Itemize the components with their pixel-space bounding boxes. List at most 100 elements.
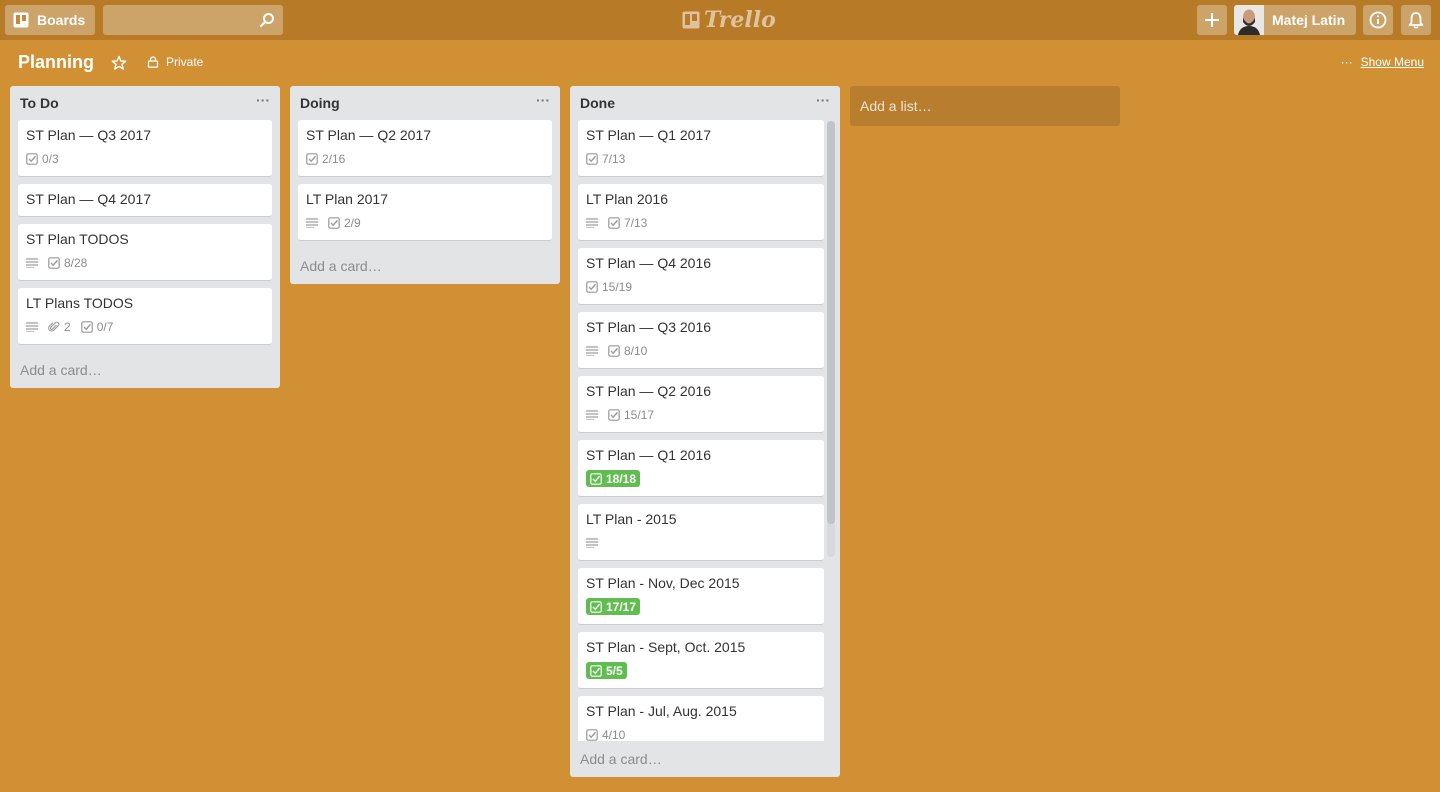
list-menu-icon[interactable]: ···	[536, 92, 550, 108]
show-menu-button[interactable]: ··· Show Menu	[1341, 55, 1424, 69]
boards-button[interactable]: Boards	[5, 5, 95, 35]
attachment-count: 2	[64, 319, 71, 334]
checklist-badge: 15/19	[586, 278, 632, 295]
checklist-icon	[590, 664, 602, 677]
privacy-button[interactable]: Private	[147, 55, 203, 69]
checklist-badge: 15/17	[608, 406, 654, 423]
list-title[interactable]: To Do	[20, 95, 59, 111]
trello-logo[interactable]: Trello	[682, 6, 776, 34]
search-input[interactable]	[103, 5, 283, 35]
user-menu-button[interactable]: Matej Latin	[1234, 5, 1356, 35]
scrollbar[interactable]	[827, 121, 835, 557]
card-list: ST Plan — Q1 2017 7/13 LT Plan 2016 7/13 ST …	[570, 118, 832, 741]
card[interactable]: ST Plan - Sept, Oct. 2015 5/5	[578, 632, 824, 689]
card[interactable]: ST Plan — Q3 2016 8/10	[578, 312, 824, 369]
card-title: ST Plan — Q3 2016	[586, 319, 712, 335]
list-title[interactable]: Done	[580, 95, 615, 111]
card-badges: 7/13	[586, 150, 816, 167]
plus-icon	[1204, 12, 1220, 28]
checklist-count: 8/10	[624, 343, 648, 358]
search-icon	[259, 12, 275, 28]
checklist-badge: 2/9	[328, 214, 361, 231]
card[interactable]: ST Plan — Q1 2017 7/13	[578, 120, 824, 177]
card-badges: 2 0/7	[26, 318, 264, 335]
card-badges: 5/5	[586, 662, 816, 679]
menu-dots-icon: ···	[1340, 55, 1353, 69]
info-button[interactable]	[1363, 5, 1393, 35]
checklist-badge: 17/17	[586, 598, 641, 615]
add-button[interactable]	[1197, 5, 1227, 35]
card-title: ST Plan — Q1 2016	[586, 447, 712, 463]
list-done: Done ··· ST Plan — Q1 2017 7/13 LT Plan 20…	[570, 86, 840, 777]
checklist-icon	[586, 728, 598, 741]
card-title: ST Plan — Q4 2016	[586, 255, 712, 271]
card-badges: 18/18	[586, 470, 816, 487]
list-title[interactable]: Doing	[300, 95, 340, 111]
card[interactable]: ST Plan — Q3 2017 0/3	[18, 120, 272, 177]
card-badges	[586, 534, 816, 551]
checklist-count: 18/18	[606, 471, 637, 486]
checklist-badge: 7/13	[608, 214, 647, 231]
card-title: ST Plan — Q2 2016	[586, 383, 712, 399]
card-badges: 8/10	[586, 342, 816, 359]
checklist-badge: 18/18	[586, 470, 641, 487]
board-title[interactable]: Planning	[18, 52, 94, 73]
user-name: Matej Latin	[1272, 12, 1346, 28]
list-doing: Doing ··· ST Plan — Q2 2017 2/16 LT Plan…	[290, 86, 560, 284]
checklist-count: 2/16	[322, 151, 346, 166]
card[interactable]: ST Plan - Nov, Dec 2015 17/17	[578, 568, 824, 625]
checklist-icon	[590, 472, 602, 485]
card-title: ST Plan — Q2 2017	[306, 127, 432, 143]
add-list-button[interactable]: Add a list…	[850, 86, 1120, 126]
card[interactable]: ST Plan - Jul, Aug. 2015 4/10	[578, 696, 824, 741]
checklist-count: 0/3	[42, 151, 59, 166]
description-icon	[306, 214, 318, 231]
card-title: LT Plan - 2015	[586, 511, 677, 527]
add-card-button[interactable]: Add a card…	[10, 352, 280, 388]
bell-icon	[1408, 11, 1424, 29]
card[interactable]: ST Plan — Q1 2016 18/18	[578, 440, 824, 497]
list-menu-icon[interactable]: ···	[256, 92, 270, 108]
card-badges: 15/19	[586, 278, 816, 295]
list-header: Done ···	[570, 86, 840, 118]
scrollbar-thumb[interactable]	[827, 121, 835, 524]
checklist-icon	[590, 600, 602, 613]
boards-icon	[13, 12, 29, 28]
card-title: ST Plan - Jul, Aug. 2015	[586, 703, 737, 719]
description-icon	[586, 214, 598, 231]
checklist-count: 17/17	[606, 599, 637, 614]
card[interactable]: ST Plan — Q2 2017 2/16	[298, 120, 552, 177]
checklist-badge: 0/3	[26, 150, 59, 167]
card[interactable]: LT Plan 2016 7/13	[578, 184, 824, 241]
add-card-button[interactable]: Add a card…	[290, 248, 560, 284]
card[interactable]: ST Plan TODOS 8/28	[18, 224, 272, 281]
info-icon	[1369, 11, 1387, 29]
checklist-icon	[48, 256, 60, 269]
card[interactable]: LT Plan 2017 2/9	[298, 184, 552, 241]
card-badges: 7/13	[586, 214, 816, 231]
card[interactable]: LT Plans TODOS 2 0/7	[18, 288, 272, 345]
card-title: ST Plan - Sept, Oct. 2015	[586, 639, 746, 655]
card-badges: 2/9	[306, 214, 544, 231]
list-menu-icon[interactable]: ···	[816, 92, 830, 108]
card[interactable]: ST Plan — Q4 2016 15/19	[578, 248, 824, 305]
description-icon	[586, 406, 598, 423]
card[interactable]: ST Plan — Q4 2017	[18, 184, 272, 217]
star-icon[interactable]	[111, 55, 127, 71]
card[interactable]: LT Plan - 2015	[578, 504, 824, 561]
show-menu-label: Show Menu	[1360, 55, 1424, 69]
card-title: ST Plan - Nov, Dec 2015	[586, 575, 740, 591]
checklist-icon	[586, 152, 598, 165]
checklist-icon	[306, 152, 318, 165]
checklist-icon	[328, 216, 340, 229]
card-list-scroll-area: ST Plan — Q1 2017 7/13 LT Plan 2016 7/13 ST …	[570, 118, 832, 741]
checklist-count: 2/9	[344, 215, 361, 230]
checklist-icon	[608, 344, 620, 357]
checklist-count: 7/13	[602, 151, 626, 166]
checklist-icon	[608, 408, 620, 421]
card[interactable]: ST Plan — Q2 2016 15/17	[578, 376, 824, 433]
description-icon	[586, 534, 598, 551]
notifications-button[interactable]	[1401, 5, 1431, 35]
add-card-button[interactable]: Add a card…	[570, 741, 840, 777]
card-badges: 8/28	[26, 254, 264, 271]
